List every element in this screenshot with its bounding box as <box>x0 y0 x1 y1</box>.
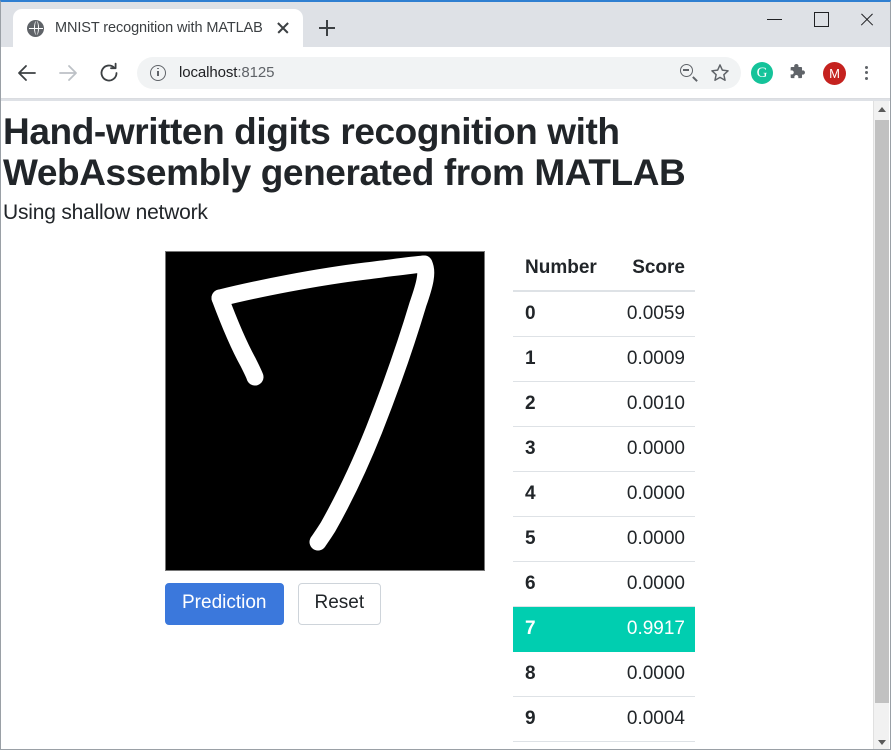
cell-score: 0.0009 <box>611 336 695 382</box>
window-close-button[interactable] <box>844 2 890 36</box>
three-dot-menu-icon[interactable] <box>851 56 881 90</box>
reset-button[interactable]: Reset <box>297 582 382 625</box>
cell-score: 0.0000 <box>611 651 695 697</box>
prediction-button[interactable]: Prediction <box>165 582 284 625</box>
address-bar[interactable]: localhost:8125 <box>137 56 741 89</box>
browser-window: MNIST recognition with MATLAB localhost:… <box>0 0 891 750</box>
grammarly-extension-button[interactable]: G <box>745 56 779 90</box>
minimize-button[interactable] <box>752 2 798 36</box>
puzzle-piece-icon <box>790 63 805 78</box>
grammarly-icon: G <box>751 61 773 84</box>
table-row: 3 0.0000 <box>513 426 695 472</box>
cell-number: 5 <box>513 516 612 562</box>
page-scrollbar[interactable] <box>873 101 890 749</box>
window-controls <box>752 2 890 36</box>
table-row: 9 0.0004 <box>513 696 695 742</box>
page-title: Hand-written digits recognition with Web… <box>3 111 686 194</box>
cell-number: 0 <box>513 290 612 337</box>
cell-score: 0.9917 <box>611 606 695 652</box>
maximize-button[interactable] <box>798 2 844 36</box>
table-row: 2 0.0010 <box>513 381 695 427</box>
cell-score: 0.0059 <box>611 290 695 337</box>
extensions-button[interactable] <box>781 56 815 90</box>
cell-number: 7 <box>513 606 612 652</box>
cell-number: 2 <box>513 381 612 427</box>
cell-score: 0.0000 <box>611 426 695 472</box>
tab-close-icon[interactable] <box>271 16 295 40</box>
table-header-row: Number Score <box>513 250 695 292</box>
button-row: Prediction Reset <box>165 582 485 625</box>
score-column: Number Score 0 0.0059 1 0.0009 2 0.0010 … <box>513 250 695 742</box>
cell-number: 4 <box>513 471 612 517</box>
cell-score: 0.0010 <box>611 381 695 427</box>
back-button[interactable] <box>10 56 44 90</box>
profile-avatar[interactable]: M <box>817 56 851 90</box>
digit-drawing-canvas[interactable] <box>165 250 485 571</box>
score-table: Number Score 0 0.0059 1 0.0009 2 0.0010 … <box>513 250 695 742</box>
cell-number: 6 <box>513 561 612 607</box>
zoom-out-magnifier-icon[interactable] <box>673 58 703 88</box>
table-row: 4 0.0000 <box>513 471 695 517</box>
tab-title: MNIST recognition with MATLAB <box>55 20 263 36</box>
column-header-number: Number <box>513 250 612 292</box>
content-row: Prediction Reset Number Score 0 0.0059 1… <box>1 250 874 742</box>
cell-score: 0.0000 <box>611 516 695 562</box>
url-host: localhost <box>179 64 238 81</box>
table-row-highlighted: 7 0.9917 <box>513 606 695 652</box>
browser-tab[interactable]: MNIST recognition with MATLAB <box>13 9 303 47</box>
reload-icon <box>100 62 118 81</box>
forward-arrow-icon <box>59 64 77 81</box>
scrollbar-up-arrow-icon[interactable] <box>874 101 890 118</box>
star-icon[interactable] <box>705 58 735 88</box>
scrollbar-down-arrow-icon[interactable] <box>874 734 890 749</box>
cell-number: 9 <box>513 696 612 742</box>
page-subtitle: Using shallow network <box>3 200 208 224</box>
table-row: 5 0.0000 <box>513 516 695 562</box>
new-tab-button[interactable] <box>313 14 341 42</box>
cell-number: 8 <box>513 651 612 697</box>
url-port: :8125 <box>237 64 275 81</box>
page-viewport: Hand-written digits recognition with Web… <box>1 101 890 749</box>
table-row: 6 0.0000 <box>513 561 695 607</box>
cell-score: 0.0004 <box>611 696 695 742</box>
cell-number: 3 <box>513 426 612 472</box>
page-content: Hand-written digits recognition with Web… <box>1 101 874 749</box>
info-circle-icon[interactable] <box>150 64 166 81</box>
globe-icon <box>27 19 44 37</box>
reload-button[interactable] <box>92 56 126 90</box>
url-text: localhost:8125 <box>179 64 274 81</box>
cell-score: 0.0000 <box>611 561 695 607</box>
forward-button[interactable] <box>51 56 85 90</box>
table-row: 0 0.0059 <box>513 290 695 337</box>
column-header-score: Score <box>611 250 695 292</box>
cell-score: 0.0000 <box>611 471 695 517</box>
table-row: 8 0.0000 <box>513 651 695 697</box>
table-row: 1 0.0009 <box>513 336 695 382</box>
browser-toolbar: localhost:8125 G M <box>1 47 890 99</box>
tab-strip: MNIST recognition with MATLAB <box>1 2 890 47</box>
canvas-column: Prediction Reset <box>165 250 485 625</box>
back-arrow-icon <box>18 64 36 81</box>
avatar: M <box>823 61 846 85</box>
drawn-digit-seven <box>211 255 435 551</box>
score-table-body: 0 0.0059 1 0.0009 2 0.0010 3 0.0000 4 0.… <box>513 290 695 742</box>
scrollbar-thumb[interactable] <box>875 120 889 703</box>
cell-number: 1 <box>513 336 612 382</box>
